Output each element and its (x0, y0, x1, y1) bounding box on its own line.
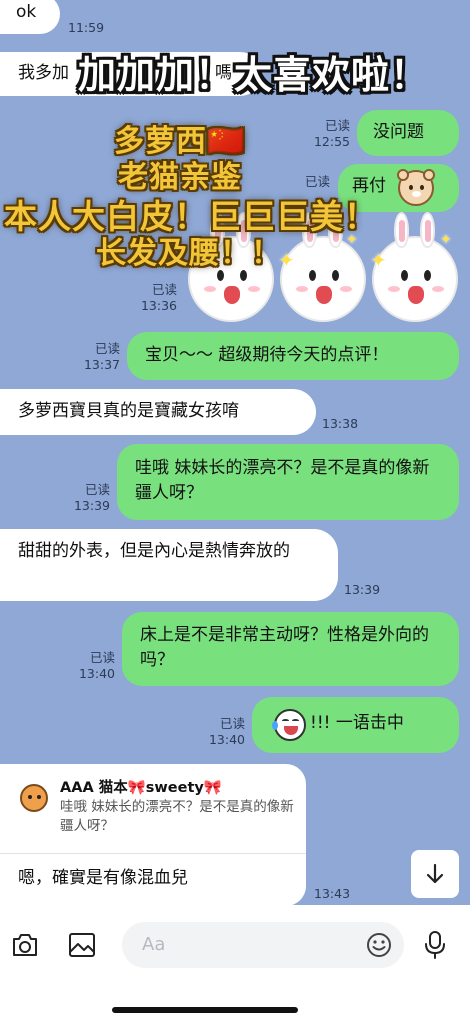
read-receipt: 已读 (290, 174, 330, 190)
message-text: 多萝西寶貝真的是寶藏女孩唷 (18, 401, 239, 421)
message-time: 12:55 (313, 134, 350, 149)
reply-quote: 哇哦 妹妹长的漂亮不？是不是真的像新疆人呀？ (60, 799, 294, 834)
read-label: 已读 (84, 482, 110, 497)
message-time: 13:39 (344, 582, 381, 597)
message-text: 我多加 (18, 63, 69, 83)
read-receipt: 已读 12:55 (300, 118, 350, 150)
message-time: 11:59 (68, 20, 105, 35)
read-receipt: 已读 13:37 (80, 341, 120, 373)
voice-button[interactable] (417, 927, 453, 963)
sparkle-icon: ✦ (440, 232, 452, 248)
overlay-caption: 长发及腰！！ (96, 236, 282, 271)
message-bubble-outgoing[interactable]: 没问题 (357, 110, 459, 156)
message-time: 13:43 (314, 886, 351, 901)
message-time: 13:38 (322, 416, 359, 431)
read-receipt: 已读 13:40 (205, 716, 245, 748)
gallery-button[interactable] (64, 927, 100, 963)
message-text: 宝贝～～ 超级期待今天的点评！ (145, 345, 389, 365)
arrow-down-icon (426, 863, 444, 884)
message-input[interactable]: Aa (122, 922, 404, 968)
read-label: 已读 (219, 716, 245, 731)
message-text: 哇哦 妹妹长的漂亮不？是不是真的像新疆人呀？ (135, 458, 430, 503)
message-bubble-outgoing[interactable]: 床上是不是非常主动呀？性格是外向的吗？ (122, 612, 459, 686)
camera-icon (13, 934, 37, 956)
overlay-caption: 加加加！太喜欢啦！ (78, 53, 430, 97)
message-time: 13:37 (83, 357, 120, 372)
message-time: 13:40 (208, 732, 245, 747)
read-receipt: 已读 13:36 (135, 282, 177, 314)
message-time: 13:40 (78, 666, 115, 681)
message-text: 甜甜的外表，但是內心是熱情奔放的 (18, 541, 290, 561)
message-bubble-outgoing[interactable]: !!! 一语击中 (252, 697, 459, 753)
sparkle-icon: ✦ (370, 248, 387, 272)
reply-message-bubble[interactable]: AAA 猫本🎀sweety🎀 哇哦 妹妹长的漂亮不？是不是真的像新疆人呀？ 嗯，… (0, 764, 306, 905)
read-label: 已读 (89, 650, 115, 665)
message-bubble-incoming[interactable]: 甜甜的外表，但是內心是熱情奔放的 (0, 529, 338, 601)
reply-preview[interactable]: AAA 猫本🎀sweety🎀 哇哦 妹妹长的漂亮不？是不是真的像新疆人呀？ (0, 764, 306, 854)
input-bar: Aa (0, 905, 470, 1024)
message-bubble-outgoing[interactable]: 宝贝～～ 超级期待今天的点评！ (127, 332, 459, 380)
message-bubble-incoming[interactable]: ok (0, 0, 60, 34)
scroll-to-bottom-button[interactable] (411, 850, 459, 898)
camera-button[interactable] (7, 927, 43, 963)
message-text: 没问题 (373, 122, 424, 142)
input-placeholder: Aa (142, 934, 166, 955)
message-text: 嗯，確實是有像混血兒 (18, 868, 188, 888)
emoji-button[interactable] (366, 932, 392, 958)
laughing-emoji-icon (272, 709, 306, 741)
read-receipt: 已读 13:40 (75, 650, 115, 682)
microphone-icon (425, 931, 445, 959)
image-icon (69, 933, 95, 957)
read-label: 已读 (304, 174, 330, 189)
read-label: 已读 (324, 118, 350, 133)
read-label: 已读 (94, 341, 120, 356)
chat-area: ok 11:59 我多加 嗎 12:5 已读 12:55 没问题 已读 再付 已… (0, 0, 470, 905)
message-text: ok (16, 2, 37, 22)
message-time: 13:36 (140, 298, 177, 313)
message-bubble-outgoing[interactable]: 哇哦 妹妹长的漂亮不？是不是真的像新疆人呀？ (117, 444, 459, 520)
read-label: 已读 (151, 282, 177, 297)
message-bubble-incoming[interactable]: 多萝西寶貝真的是寶藏女孩唷 (0, 389, 316, 435)
cat-avatar (20, 784, 48, 812)
home-indicator (112, 1007, 298, 1013)
read-receipt: 已读 13:39 (70, 482, 110, 514)
smiley-icon (367, 933, 391, 957)
message-time: 13:39 (73, 498, 110, 513)
bear-emoji-icon (397, 169, 435, 206)
reply-author: AAA 猫本🎀sweety🎀 (60, 780, 222, 796)
message-text: !!! 一语击中 (310, 713, 404, 733)
message-text: 床上是不是非常主动呀？性格是外向的吗？ (140, 625, 429, 670)
